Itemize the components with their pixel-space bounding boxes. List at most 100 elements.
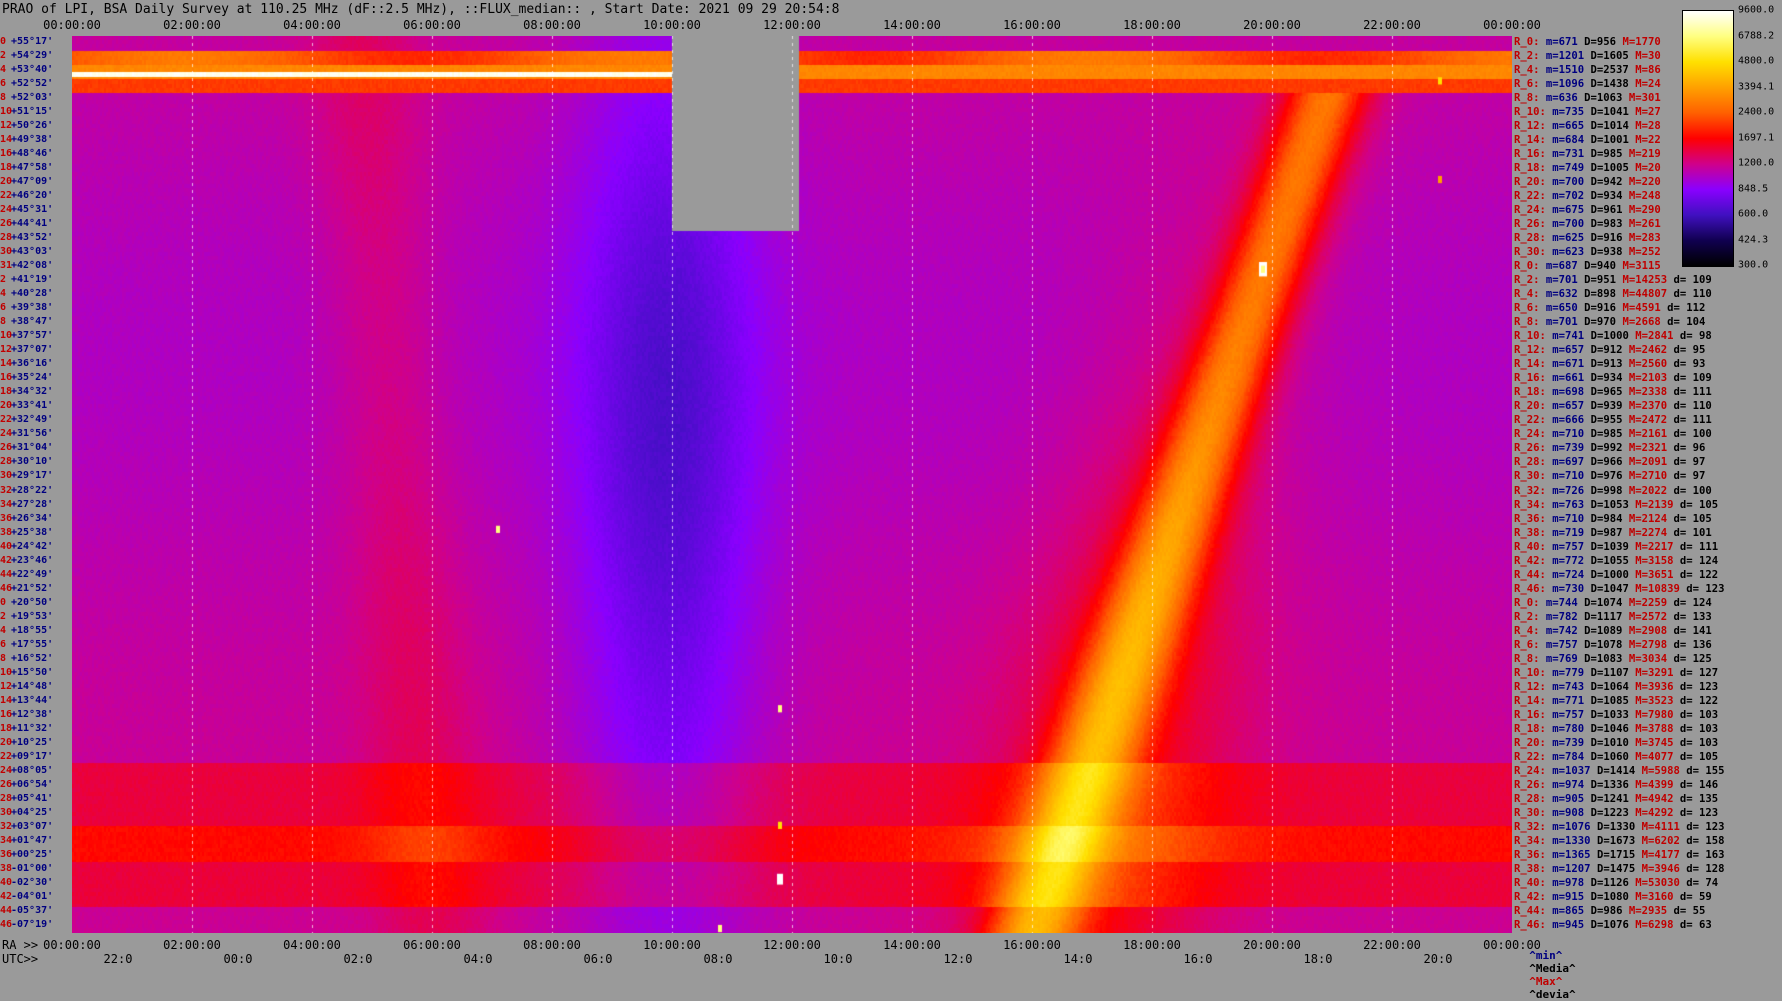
row-declination: +04°25'	[11, 806, 54, 818]
stat-m: m=1037	[1552, 764, 1597, 777]
stat-row: R_8: m=769 D=1083 M=3034 d= 125	[1514, 653, 1712, 665]
row-declination: +31°56'	[11, 428, 54, 440]
utc-tick-label-11: 20:0	[1423, 952, 1453, 966]
stat-m: m=978	[1552, 876, 1591, 889]
dec-row-label: 38-01°00'	[0, 863, 72, 875]
stat-d: D=1475	[1596, 862, 1642, 875]
dec-row-label: 14+49°38'	[0, 134, 72, 146]
stat-m: m=763	[1552, 498, 1591, 511]
dec-row-label: 0 +55°17'	[0, 36, 72, 48]
row-index: 0	[0, 36, 7, 47]
dec-row-label: 38+25°38'	[0, 527, 72, 539]
stat-m: m=726	[1552, 484, 1591, 497]
stat-d: D=986	[1590, 904, 1629, 917]
row-index: 26	[0, 442, 13, 454]
row-declination: +06°54'	[11, 778, 54, 790]
dec-row-label: 6 +17°55'	[0, 639, 72, 651]
stat-d: D=940	[1584, 260, 1623, 273]
stat-m: m=908	[1552, 806, 1591, 819]
stat-label: R_4:	[1514, 64, 1546, 77]
row-index: 6	[0, 302, 7, 314]
legend-min: ^min^	[1529, 949, 1563, 962]
row-index: 22	[0, 190, 13, 202]
dec-row-label: 31+42°08'	[0, 260, 72, 272]
row-index: 44	[0, 904, 13, 916]
row-declination: +14°48'	[11, 680, 54, 692]
bottom-utc-axis: UTC>> 22:0 00:0 02:0 04:0 06:0 08:0 10:0 12:0 14…	[0, 952, 1782, 968]
stat-row: R_4: m=632 D=898 M=44807 d= 110	[1514, 288, 1712, 300]
dec-row-label: 10+15°50'	[0, 667, 72, 679]
stat-label: R_20:	[1514, 736, 1553, 749]
stat-d: D=984	[1590, 512, 1629, 525]
row-declination: +20°50'	[11, 596, 54, 608]
stat-label: R_0:	[1514, 596, 1546, 609]
colorbar-labels: 9600.0 6788.2 4800.0 3394.1 2400.0 1697.1 1200…	[1738, 5, 1782, 271]
stat-d: D=934	[1590, 190, 1629, 203]
row-declination: +31°04'	[11, 442, 54, 454]
stat-label: R_46:	[1514, 918, 1553, 931]
stat-row: R_10: m=735 D=1041 M=27	[1514, 106, 1667, 118]
row-index: 30	[0, 470, 13, 482]
dec-row-label: 20+10°25'	[0, 737, 72, 749]
stat-label: R_38:	[1514, 526, 1553, 539]
row-declination: +26°34'	[11, 512, 54, 524]
row-declination: +28°22'	[11, 484, 54, 496]
stat-m: M=3788	[1635, 722, 1680, 735]
stat-m: M=2259	[1628, 596, 1674, 609]
row-index: 32	[0, 484, 13, 496]
stat-row: R_2: m=782 D=1117 M=2572 d= 133	[1514, 611, 1712, 623]
stat-label: R_40:	[1514, 540, 1553, 553]
stat-m: M=3745	[1635, 736, 1680, 749]
stat-row: R_38: m=719 D=987 M=2274 d= 101	[1514, 527, 1712, 539]
row-index: 10	[0, 330, 13, 342]
row-index: 22	[0, 750, 13, 762]
dec-row-label: 22+46°20'	[0, 190, 72, 202]
colorbar-tick-label: 1200.0	[1738, 157, 1775, 169]
stat-label: R_4:	[1514, 624, 1546, 637]
dec-row-label: 2 +41°19'	[0, 274, 72, 286]
utc-tick-label-0: 22:0	[103, 952, 133, 966]
colorbar-tick-label: 300.0	[1738, 259, 1769, 271]
stat-label: R_2:	[1514, 274, 1546, 287]
stat-m: m=710	[1552, 428, 1591, 441]
row-index: 4	[0, 288, 7, 300]
stat-m: M=4591	[1622, 302, 1668, 315]
row-declination: +33°41'	[11, 400, 54, 412]
stat-m: M=22	[1635, 134, 1668, 147]
colorbar-tick-label: 1697.1	[1738, 132, 1775, 143]
stat-d: D=916	[1584, 302, 1623, 315]
row-index: 4	[0, 624, 7, 636]
stat-label: R_30:	[1514, 470, 1553, 483]
stat-dd: d= 100	[1673, 484, 1712, 497]
colorbar-tick-label: 848.5	[1738, 183, 1769, 194]
stat-dd: d= 105	[1673, 512, 1712, 525]
stat-m: m=757	[1552, 540, 1591, 553]
dec-row-label: 42+23°46'	[0, 555, 72, 567]
row-declination: +21°52'	[11, 582, 54, 594]
stat-label: R_6:	[1514, 78, 1546, 91]
stat-label: R_10:	[1514, 666, 1553, 679]
row-declination: +52°52'	[11, 78, 54, 90]
statistics-legend: ^min^ ^Media^ ^Max^ ^devia^	[1516, 936, 1575, 1001]
stat-label: R_2:	[1514, 610, 1546, 623]
stat-label: R_12:	[1514, 680, 1553, 693]
stat-d: D=1438	[1590, 78, 1636, 91]
stat-m: M=261	[1628, 218, 1668, 231]
stat-label: R_44:	[1514, 568, 1553, 581]
stat-label: R_38:	[1514, 862, 1553, 875]
dec-row-label: 0 +20°50'	[0, 597, 72, 609]
row-index: 46	[0, 918, 13, 930]
colorbar-tick-label: 6788.2	[1738, 30, 1775, 41]
row-declination: +54°29'	[11, 50, 54, 62]
stat-d: D=1083	[1584, 652, 1629, 665]
dec-row-label: 14+13°44'	[0, 695, 72, 707]
dec-row-label: 14+36°16'	[0, 358, 72, 370]
stat-label: R_12:	[1514, 344, 1553, 357]
stat-row: R_20: m=700 D=942 M=220	[1514, 176, 1667, 188]
stat-d: D=1117	[1584, 610, 1629, 623]
stat-row: R_34: m=1330 D=1673 M=6202 d= 158	[1514, 835, 1725, 847]
row-declination: +39°38'	[11, 302, 54, 314]
top-tick-label-9: 18:00:00	[1123, 18, 1181, 32]
row-index: 38	[0, 526, 13, 538]
row-declination: -01°00'	[11, 862, 54, 874]
